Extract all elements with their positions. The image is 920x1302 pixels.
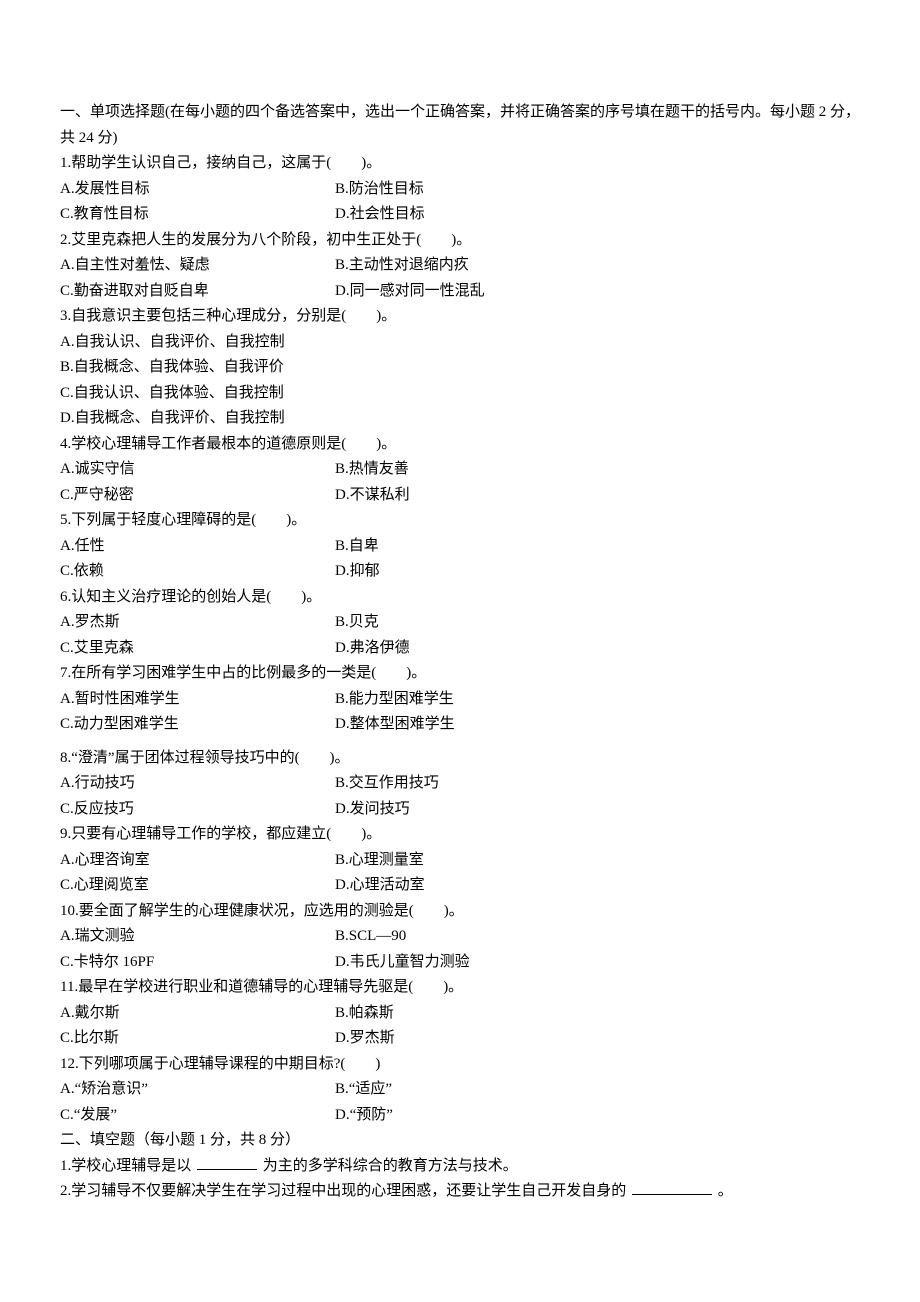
q11-option-b: B.帕森斯	[335, 1001, 860, 1027]
q6-stem: 6.认知主义治疗理论的创始人是( )。	[60, 585, 860, 611]
q12-option-a: A.“矫治意识”	[60, 1077, 335, 1103]
q4-row-ab: A.诚实守信 B.热情友善	[60, 457, 860, 483]
q4-row-cd: C.严守秘密 D.不谋私利	[60, 483, 860, 509]
q9-row-cd: C.心理阅览室 D.心理活动室	[60, 873, 860, 899]
q7-row-ab: A.暂时性困难学生 B.能力型困难学生	[60, 687, 860, 713]
q11-stem: 11.最早在学校进行职业和道德辅导的心理辅导先驱是( )。	[60, 975, 860, 1001]
q1-stem: 1.帮助学生认识自己，接纳自己，这属于( )。	[60, 151, 860, 177]
q5-stem: 5.下列属于轻度心理障碍的是( )。	[60, 508, 860, 534]
q6-row-ab: A.罗杰斯 B.贝克	[60, 610, 860, 636]
q2-stem: 2.艾里克森把人生的发展分为八个阶段，初中生正处于( )。	[60, 228, 860, 254]
q7-stem: 7.在所有学习困难学生中占的比例最多的一类是( )。	[60, 661, 860, 687]
q5-option-c: C.依赖	[60, 559, 335, 585]
q5-row-cd: C.依赖 D.抑郁	[60, 559, 860, 585]
fill-q2-post: 。	[718, 1183, 733, 1199]
q5-option-b: B.自卑	[335, 534, 860, 560]
q2-option-b: B.主动性对退缩内疚	[335, 253, 860, 279]
q10-option-d: D.韦氏儿童智力测验	[335, 950, 860, 976]
q8-option-d: D.发问技巧	[335, 797, 860, 823]
q1-row-ab: A.发展性目标 B.防治性目标	[60, 177, 860, 203]
q8-row-cd: C.反应技巧 D.发问技巧	[60, 797, 860, 823]
q9-option-d: D.心理活动室	[335, 873, 860, 899]
fill-q2: 2.学习辅导不仅要解决学生在学习过程中出现的心理困惑，还要让学生自己开发自身的 …	[60, 1179, 860, 1205]
fill-q1-blank[interactable]	[197, 1169, 257, 1170]
q6-row-cd: C.艾里克森 D.弗洛伊德	[60, 636, 860, 662]
q2-option-d: D.同一感对同一性混乱	[335, 279, 860, 305]
q3-option-a: A.自我认识、自我评价、自我控制	[60, 330, 860, 356]
q3-stem: 3.自我意识主要包括三种心理成分，分别是( )。	[60, 304, 860, 330]
q5-option-a: A.任性	[60, 534, 335, 560]
q2-row-ab: A.自主性对羞怯、疑虑 B.主动性对退缩内疚	[60, 253, 860, 279]
fill-q2-blank[interactable]	[632, 1194, 712, 1195]
section1-header-line2: 共 24 分)	[60, 126, 860, 152]
q9-option-b: B.心理测量室	[335, 848, 860, 874]
q9-row-ab: A.心理咨询室 B.心理测量室	[60, 848, 860, 874]
q4-stem: 4.学校心理辅导工作者最根本的道德原则是( )。	[60, 432, 860, 458]
q1-option-c: C.教育性目标	[60, 202, 335, 228]
q12-option-c: C.“发展”	[60, 1103, 335, 1129]
q9-option-a: A.心理咨询室	[60, 848, 335, 874]
section2-header: 二、填空题（每小题 1 分，共 8 分）	[60, 1128, 860, 1154]
q10-row-cd: C.卡特尔 16PF D.韦氏儿童智力测验	[60, 950, 860, 976]
q1-option-d: D.社会性目标	[335, 202, 860, 228]
q3-option-b: B.自我概念、自我体验、自我评价	[60, 355, 860, 381]
fill-q1-pre: 1.学校心理辅导是以	[60, 1158, 191, 1174]
q7-option-a: A.暂时性困难学生	[60, 687, 335, 713]
q3-option-c: C.自我认识、自我体验、自我控制	[60, 381, 860, 407]
q6-option-b: B.贝克	[335, 610, 860, 636]
q4-option-a: A.诚实守信	[60, 457, 335, 483]
q2-option-a: A.自主性对羞怯、疑虑	[60, 253, 335, 279]
q6-option-c: C.艾里克森	[60, 636, 335, 662]
q10-option-b: B.SCL—90	[335, 924, 860, 950]
q1-option-a: A.发展性目标	[60, 177, 335, 203]
section1-header-line1: 一、单项选择题(在每小题的四个备选答案中，选出一个正确答案，并将正确答案的序号填…	[60, 100, 860, 126]
q5-option-d: D.抑郁	[335, 559, 860, 585]
q1-row-cd: C.教育性目标 D.社会性目标	[60, 202, 860, 228]
q12-row-cd: C.“发展” D.“预防”	[60, 1103, 860, 1129]
fill-q1: 1.学校心理辅导是以 为主的多学科综合的教育方法与技术。	[60, 1154, 860, 1180]
q11-option-d: D.罗杰斯	[335, 1026, 860, 1052]
q10-row-ab: A.瑞文测验 B.SCL—90	[60, 924, 860, 950]
q4-option-d: D.不谋私利	[335, 483, 860, 509]
q12-option-d: D.“预防”	[335, 1103, 860, 1129]
q11-row-ab: A.戴尔斯 B.帕森斯	[60, 1001, 860, 1027]
q8-row-ab: A.行动技巧 B.交互作用技巧	[60, 771, 860, 797]
q5-row-ab: A.任性 B.自卑	[60, 534, 860, 560]
q11-option-a: A.戴尔斯	[60, 1001, 335, 1027]
q9-option-c: C.心理阅览室	[60, 873, 335, 899]
q6-option-d: D.弗洛伊德	[335, 636, 860, 662]
q9-stem: 9.只要有心理辅导工作的学校，都应建立( )。	[60, 822, 860, 848]
fill-q2-pre: 2.学习辅导不仅要解决学生在学习过程中出现的心理困惑，还要让学生自己开发自身的	[60, 1183, 626, 1199]
q11-option-c: C.比尔斯	[60, 1026, 335, 1052]
q2-option-c: C.勤奋进取对自贬自卑	[60, 279, 335, 305]
q2-row-cd: C.勤奋进取对自贬自卑 D.同一感对同一性混乱	[60, 279, 860, 305]
q10-option-c: C.卡特尔 16PF	[60, 950, 335, 976]
q1-option-b: B.防治性目标	[335, 177, 860, 203]
q8-option-a: A.行动技巧	[60, 771, 335, 797]
q11-row-cd: C.比尔斯 D.罗杰斯	[60, 1026, 860, 1052]
q4-option-c: C.严守秘密	[60, 483, 335, 509]
q8-option-c: C.反应技巧	[60, 797, 335, 823]
q6-option-a: A.罗杰斯	[60, 610, 335, 636]
q7-row-cd: C.动力型困难学生 D.整体型困难学生	[60, 712, 860, 738]
q12-row-ab: A.“矫治意识” B.“适应”	[60, 1077, 860, 1103]
q3-option-d: D.自我概念、自我评价、自我控制	[60, 406, 860, 432]
fill-q1-post: 为主的多学科综合的教育方法与技术。	[263, 1158, 518, 1174]
q4-option-b: B.热情友善	[335, 457, 860, 483]
q8-stem: 8.“澄清”属于团体过程领导技巧中的( )。	[60, 746, 860, 772]
q12-stem: 12.下列哪项属于心理辅导课程的中期目标?( )	[60, 1052, 860, 1078]
q8-option-b: B.交互作用技巧	[335, 771, 860, 797]
q7-option-b: B.能力型困难学生	[335, 687, 860, 713]
q7-option-c: C.动力型困难学生	[60, 712, 335, 738]
q7-option-d: D.整体型困难学生	[335, 712, 860, 738]
q10-option-a: A.瑞文测验	[60, 924, 335, 950]
q12-option-b: B.“适应”	[335, 1077, 860, 1103]
q10-stem: 10.要全面了解学生的心理健康状况，应选用的测验是( )。	[60, 899, 860, 925]
